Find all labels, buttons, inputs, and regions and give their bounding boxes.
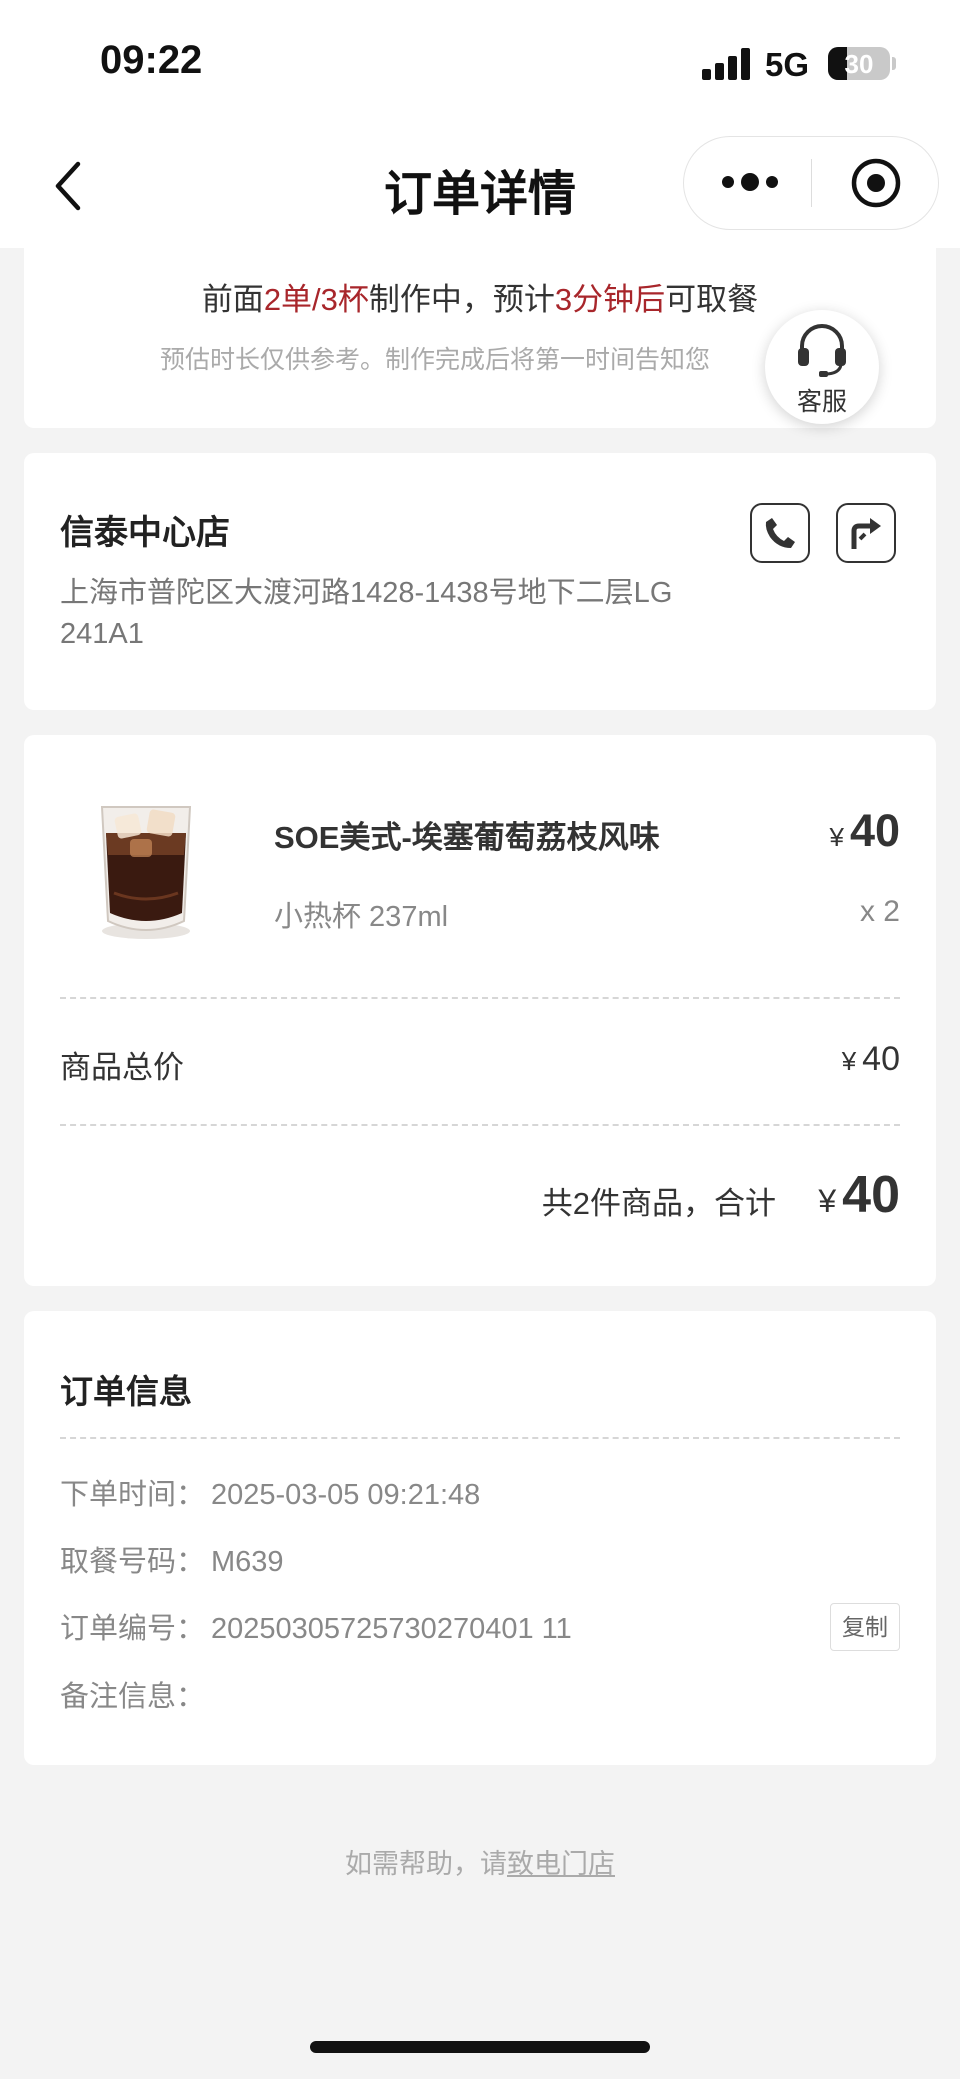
- product-name: SOE美式-埃塞葡萄荔枝风味: [274, 820, 660, 855]
- call-store-button[interactable]: [750, 503, 810, 563]
- help-text: 如需帮助，请: [345, 1849, 507, 1879]
- customer-service-button[interactable]: 客服: [765, 310, 879, 424]
- total-price: ¥40: [818, 1165, 900, 1225]
- battery-level: 30: [844, 49, 874, 79]
- queue-note: 预估时长仅供参考。制作完成后将第一时间告知您: [159, 346, 710, 374]
- queue-eta: 3分钟后: [554, 282, 666, 317]
- subtotal-amount: 40: [862, 1040, 900, 1078]
- pickup-code-row: 取餐号码： M639: [60, 1538, 284, 1580]
- headset-icon: [798, 324, 846, 377]
- order-time-row: 下单时间： 2025-03-05 09:21:48: [60, 1471, 480, 1513]
- network-type: 5G: [765, 46, 810, 83]
- currency-symbol: ¥: [841, 1046, 857, 1076]
- more-dot-icon: [722, 176, 734, 188]
- target-icon: [851, 158, 901, 208]
- phone-icon: [765, 518, 795, 548]
- product-price: ¥40: [829, 805, 900, 857]
- status-bar: 09:22 5G 30: [0, 0, 960, 128]
- subtotal-label: 商品总价: [60, 1050, 184, 1085]
- total-text: 共2件商品，合计: [541, 1186, 776, 1221]
- nav-bar: 订单详情: [0, 128, 960, 248]
- store-card: 信泰中心店 上海市普陀区大渡河路1428-1438号地下二层LG 241A1: [24, 453, 936, 710]
- queue-text-part: 可取餐: [665, 282, 759, 317]
- product-spec: 小热杯 237ml: [274, 901, 449, 933]
- divider: [60, 997, 900, 999]
- more-dot-icon: [741, 173, 759, 191]
- divider: [60, 1124, 900, 1126]
- order-number-label: 订单编号：: [60, 1613, 206, 1645]
- order-info-title: 订单信息: [60, 1373, 192, 1410]
- divider: [60, 1437, 900, 1439]
- store-name: 信泰中心店: [60, 514, 230, 552]
- order-number-row: 订单编号： 20250305725730270401 11: [60, 1605, 572, 1647]
- product-quantity: x 2: [859, 895, 900, 928]
- remark-label: 备注信息：: [60, 1681, 206, 1713]
- customer-service-label: 客服: [796, 388, 847, 416]
- miniprogram-capsule: [683, 136, 939, 230]
- order-info-card: 订单信息 下单时间： 2025-03-05 09:21:48 取餐号码： M639 …: [24, 1311, 936, 1765]
- currency-symbol: ¥: [818, 1183, 837, 1219]
- capsule-divider: [811, 159, 812, 207]
- queue-text-part: 制作中，预计: [368, 282, 555, 317]
- copy-order-number-button[interactable]: 复制: [830, 1603, 900, 1651]
- order-time-label: 下单时间：: [60, 1479, 206, 1511]
- more-button[interactable]: [722, 167, 782, 197]
- product-price-value: 40: [849, 805, 900, 856]
- status-time: 09:22: [100, 38, 203, 82]
- currency-symbol: ¥: [829, 822, 844, 852]
- subtotal-value: ¥40: [842, 1040, 900, 1079]
- total-amount: 40: [842, 1166, 900, 1224]
- call-store-link[interactable]: 致电门店: [507, 1849, 615, 1879]
- order-time-value: 2025-03-05 09:21:48: [211, 1479, 481, 1511]
- more-dot-icon: [766, 176, 778, 188]
- battery-icon: 30: [828, 47, 890, 80]
- battery-tip: [892, 57, 896, 70]
- queue-orders-count: 2单/3杯: [263, 282, 369, 317]
- iced-coffee-image: [100, 806, 192, 939]
- order-items-card: SOE美式-埃塞葡萄荔枝风味 ¥40 小热杯 237ml x 2 商品总价 ¥4…: [24, 735, 936, 1286]
- home-indicator: [310, 2041, 650, 2053]
- queue-text-part: 前面: [201, 282, 264, 317]
- pickup-code-value: M639: [211, 1546, 284, 1578]
- remark-row: 备注信息：: [60, 1673, 211, 1715]
- store-address: 上海市普陀区大渡河路1428-1438号地下二层LG 241A1: [60, 577, 673, 650]
- directions-icon: [851, 518, 881, 549]
- navigate-store-button[interactable]: [836, 503, 896, 563]
- pickup-code-label: 取餐号码：: [60, 1546, 206, 1578]
- queue-status-text: 前面2单/3杯制作中，预计3分钟后可取餐: [24, 274, 936, 319]
- signal-icon: [702, 48, 750, 80]
- close-miniprogram-button[interactable]: [850, 157, 902, 209]
- order-number-value: 20250305725730270401 11: [211, 1613, 572, 1645]
- help-footer: 如需帮助，请致电门店: [0, 1842, 960, 1881]
